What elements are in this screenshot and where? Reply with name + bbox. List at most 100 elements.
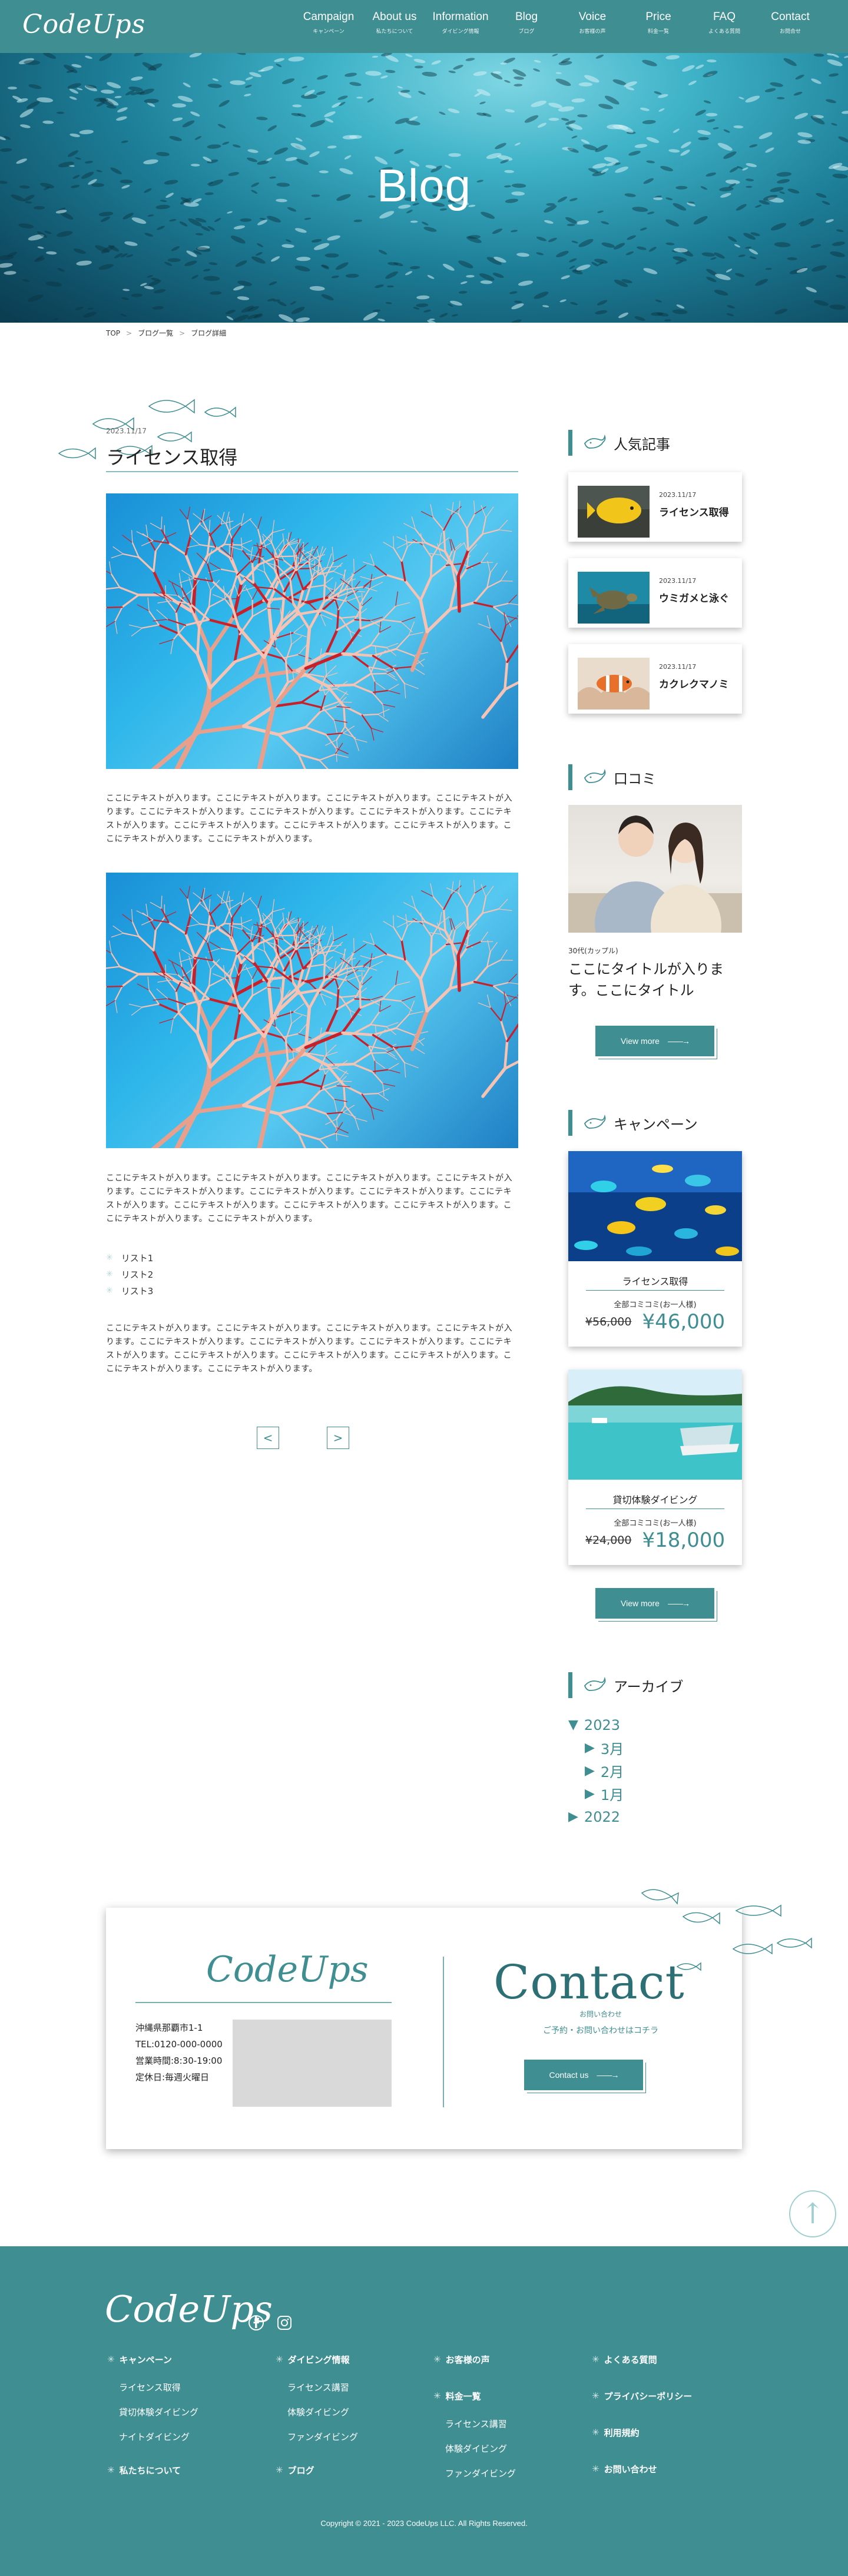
holiday-line: 定休日:毎週火曜日 <box>135 2072 210 2083</box>
page-top-button[interactable]: ↑ <box>789 2190 836 2237</box>
footer-link[interactable]: 体験ダイビング <box>433 2436 516 2461</box>
nav-faq[interactable]: FAQ よくある質問 <box>691 11 757 35</box>
footer-link-campaign[interactable]: ✳ キャンペーン <box>107 2351 198 2368</box>
triangle-right-icon: ▶ <box>568 1809 578 1824</box>
nav-information[interactable]: Information ダイビング情報 <box>428 11 493 35</box>
archive-month[interactable]: ▶ 3月 <box>585 1736 624 1759</box>
nav-blog[interactable]: Blog ブログ <box>493 11 559 35</box>
footer-link-faq[interactable]: ✳ よくある質問 <box>592 2351 692 2368</box>
popular-card[interactable]: 2023.11/17 ウミガメと泳ぐ <box>568 558 742 628</box>
footer-heading: ダイビング情報 <box>287 2354 350 2365</box>
popular-card[interactable]: 2023.11/17 ライセンス取得 <box>568 472 742 542</box>
article-title: ライセンス取得 <box>106 446 238 469</box>
breadcrumb-blog-list[interactable]: ブログ一覧 <box>138 328 173 338</box>
footer-link[interactable]: ライセンス取得 <box>107 2375 198 2399</box>
beach-boat-image <box>568 1370 742 1480</box>
asterisk-icon: ✳ <box>433 2391 441 2401</box>
nav-voice[interactable]: Voice お客様の声 <box>559 11 625 35</box>
arrow-up-icon: ↑ <box>800 2197 825 2230</box>
footer-link-voice[interactable]: ✳ お客様の声 <box>433 2351 516 2368</box>
footer-link[interactable]: 貸切体験ダイビング <box>107 2399 198 2424</box>
nav-label: Blog <box>515 11 538 23</box>
archive-month-label: 2月 <box>600 1764 624 1781</box>
archive-month[interactable]: ▶ 2月 <box>585 1759 624 1782</box>
popular-title: ウミガメと泳ぐ <box>659 593 729 605</box>
footer-heading: お客様の声 <box>445 2354 490 2365</box>
footer-heading: ブログ <box>287 2465 314 2476</box>
list-item-label: リスト3 <box>121 1285 154 1297</box>
footer-link[interactable]: ファンダイビング <box>433 2461 516 2485</box>
tropical-fish-image <box>568 1151 742 1261</box>
asterisk-icon: ✳ <box>106 1269 113 1279</box>
instagram-icon[interactable] <box>276 2314 293 2332</box>
nav-campaign[interactable]: Campaign キャンペーン <box>296 11 362 35</box>
nav-sublabel: 料金一覧 <box>647 29 669 35</box>
footer-link-terms[interactable]: ✳ 利用規約 <box>592 2424 692 2441</box>
footer-spacer <box>276 2449 358 2462</box>
review-heading: 口コミ <box>568 764 656 790</box>
nav-contact[interactable]: Contact お問合せ <box>757 11 823 35</box>
archive-heading: アーカイブ <box>568 1672 684 1698</box>
article-list: ✳ リスト1 ✳ リスト2 ✳ リスト3 <box>106 1249 153 1299</box>
popular-card[interactable]: 2023.11/17 カクレクマノミ <box>568 644 742 714</box>
footer-link[interactable]: ライセンス講習 <box>433 2411 516 2436</box>
footer-link[interactable]: ファンダイビング <box>276 2424 358 2449</box>
fish-decoration-icon <box>641 1889 812 1971</box>
map-placeholder[interactable] <box>233 2020 392 2107</box>
campaign-card[interactable]: 貸切体験ダイビング 全部コミコミ(お一人様) ¥24,000 ¥18,000 <box>568 1370 742 1565</box>
archive-year-2023[interactable]: ▼ 2023 <box>568 1713 624 1736</box>
footer-link[interactable]: ライセンス講習 <box>276 2375 358 2399</box>
campaign-price: ¥56,000 ¥46,000 <box>568 1310 742 1334</box>
archive-month[interactable]: ▶ 1月 <box>585 1782 624 1805</box>
nav-sublabel: よくある質問 <box>708 29 740 35</box>
contact-subtitle: お問い合わせ <box>579 2010 622 2018</box>
nav-price[interactable]: Price 料金一覧 <box>625 11 691 35</box>
whale-icon <box>584 1114 606 1129</box>
asterisk-icon: ✳ <box>276 2465 283 2475</box>
breadcrumb: TOP > ブログ一覧 > ブログ詳細 <box>106 328 226 338</box>
footer-link-information[interactable]: ✳ ダイビング情報 <box>276 2351 358 2368</box>
nav-label: FAQ <box>713 11 736 23</box>
campaign-name: 貸切体験ダイビング <box>612 1494 698 1506</box>
heading-bar <box>568 1110 572 1136</box>
whale-icon <box>584 1676 606 1691</box>
review-view-more-button[interactable]: View more ——→ <box>595 1026 714 1056</box>
heading-label: キャンペーン <box>614 1116 698 1133</box>
breadcrumb-top[interactable]: TOP <box>106 329 120 337</box>
arrow-right-icon: ——→ <box>667 1036 690 1046</box>
list-item: ✳ リスト1 <box>106 1249 153 1266</box>
popular-date: 2023.11/17 <box>659 491 697 499</box>
footer-link-about[interactable]: ✳ 私たちについて <box>107 2462 198 2478</box>
site-logo[interactable]: CodeUps <box>22 9 145 39</box>
campaign-card[interactable]: ライセンス取得 全部コミコミ(お一人様) ¥56,000 ¥46,000 <box>568 1151 742 1347</box>
facebook-icon[interactable] <box>247 2314 265 2332</box>
footer-link-privacy[interactable]: ✳ プライバシーポリシー <box>592 2388 692 2404</box>
footer-link[interactable]: 体験ダイビング <box>276 2399 358 2424</box>
whale-icon <box>584 768 606 783</box>
asterisk-icon: ✳ <box>276 2354 283 2365</box>
footer-spacer <box>592 2375 692 2388</box>
footer-link-blog[interactable]: ✳ ブログ <box>276 2462 358 2478</box>
contact-us-button[interactable]: Contact us ——→ <box>524 2060 643 2090</box>
page: CodeUps Campaign キャンペーン About us 私たちについて I… <box>0 0 848 2576</box>
campaign-view-more-button[interactable]: View more ——→ <box>595 1588 714 1619</box>
logo-underline <box>135 2002 392 2003</box>
asterisk-icon: ✳ <box>106 1253 113 1262</box>
review-couple-image <box>568 805 742 933</box>
footer-link-price[interactable]: ✳ 料金一覧 <box>433 2388 516 2404</box>
campaign-price: ¥24,000 ¥18,000 <box>568 1529 742 1552</box>
archive-year-2022[interactable]: ▶ 2022 <box>568 1805 624 1828</box>
footer-link[interactable]: ナイトダイビング <box>107 2424 198 2449</box>
coral-image <box>106 500 518 769</box>
footer-link-contact[interactable]: ✳ お問い合わせ <box>592 2461 692 2477</box>
prev-page-button[interactable]: < <box>257 1427 279 1449</box>
next-page-button[interactable]: > <box>327 1427 349 1449</box>
nav-about-us[interactable]: About us 私たちについて <box>362 11 428 35</box>
triangle-right-icon: ▶ <box>585 1763 595 1778</box>
heading-bar <box>568 430 572 456</box>
button-label: View more <box>621 1599 660 1608</box>
breadcrumb-current: ブログ詳細 <box>191 329 227 337</box>
asterisk-icon: ✳ <box>592 2391 599 2401</box>
list-item: ✳ リスト3 <box>106 1282 153 1299</box>
contact-description: ご予約・お問い合わせはコチラ <box>543 2026 658 2035</box>
